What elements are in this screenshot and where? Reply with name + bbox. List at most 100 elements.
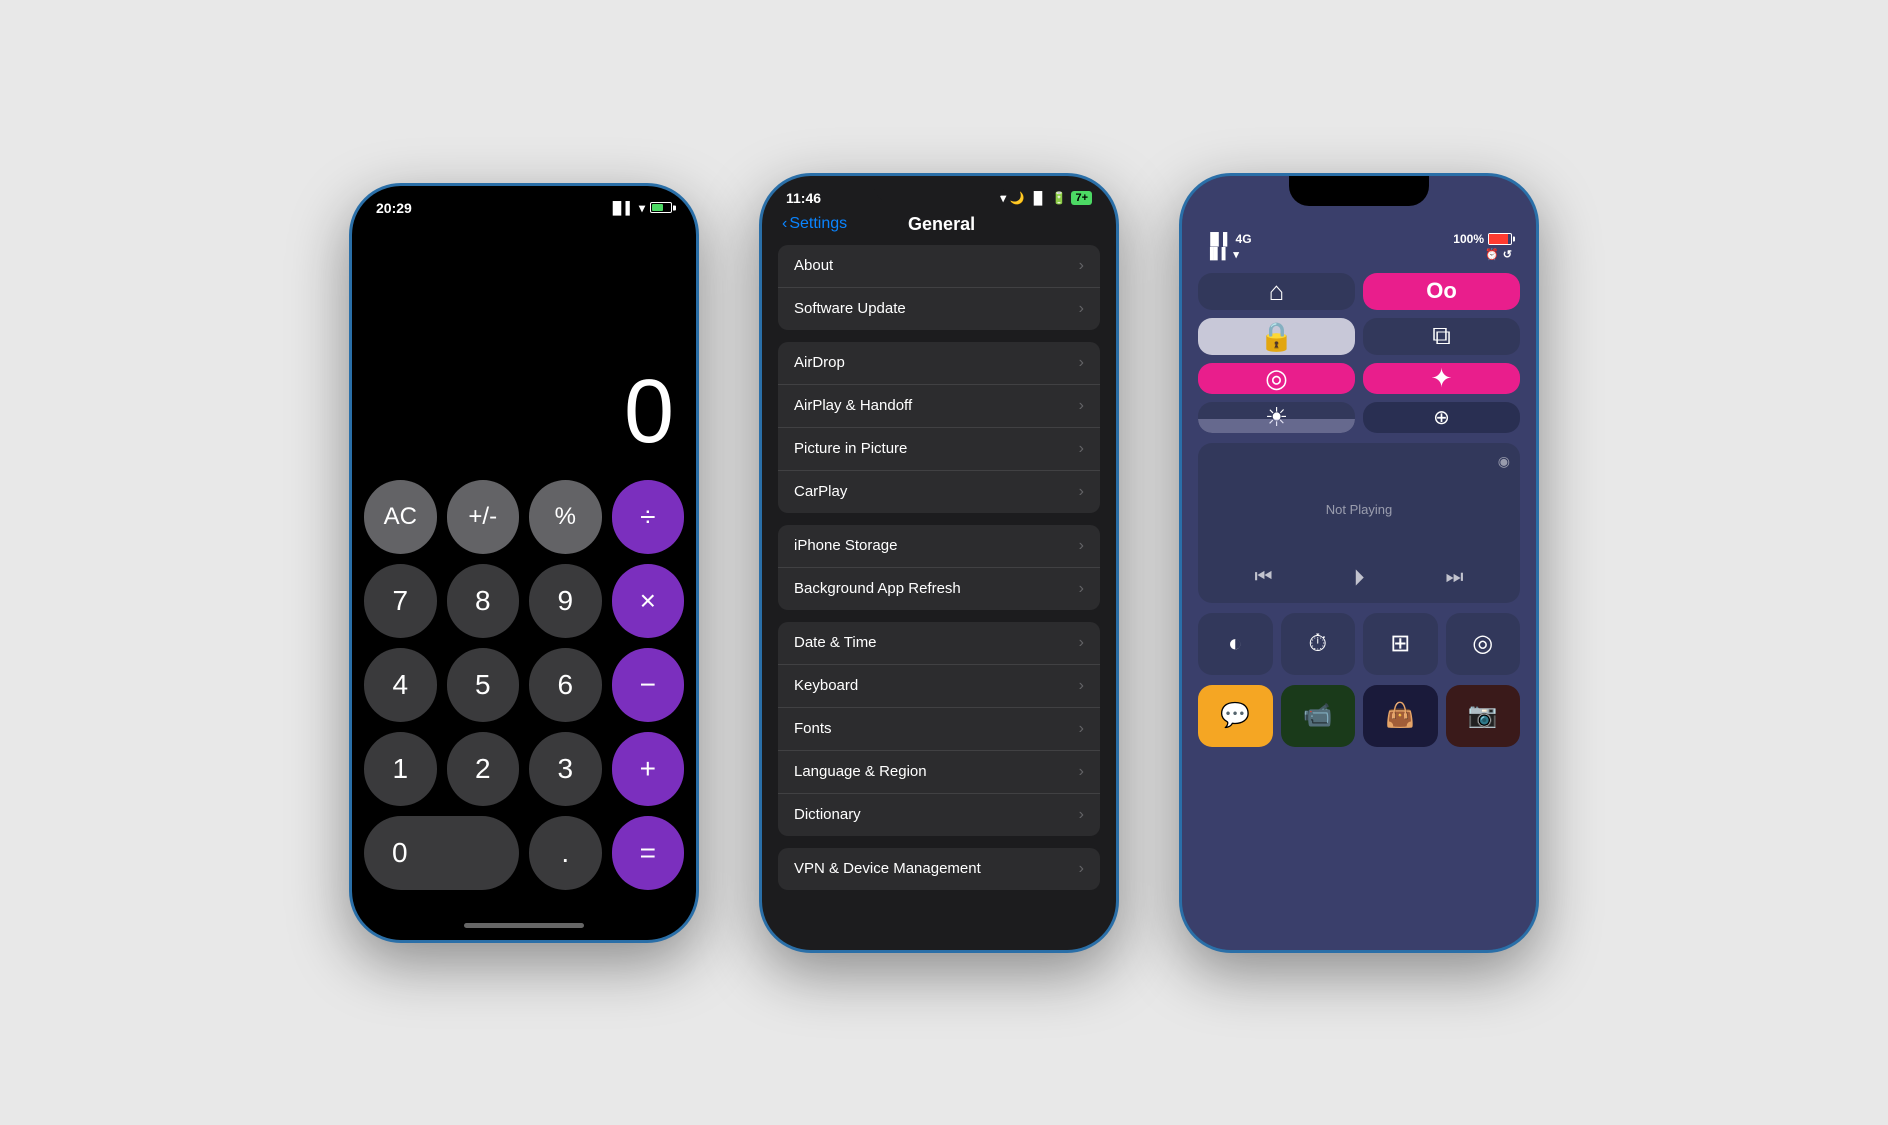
- settings-label-iphone-storage: iPhone Storage: [794, 537, 897, 554]
- chevron-icon: ›: [1079, 806, 1084, 824]
- cc-signal-bars2: ▐▌▌: [1206, 248, 1229, 260]
- calc-btn-9[interactable]: 9: [529, 564, 602, 638]
- settings-row-date-time[interactable]: Date & Time ›: [778, 622, 1100, 665]
- settings-row-dictionary[interactable]: Dictionary ›: [778, 794, 1100, 836]
- calc-btn-plus[interactable]: +: [612, 732, 685, 806]
- settings-row-pip[interactable]: Picture in Picture ›: [778, 428, 1100, 471]
- settings-back-button[interactable]: ‹ Settings: [782, 215, 847, 233]
- settings-row-airplay[interactable]: AirPlay & Handoff ›: [778, 385, 1100, 428]
- cc-icon-timer[interactable]: ⏱: [1281, 613, 1356, 675]
- calc-buttons: AC +/- % ÷ 7 8 9 × 4 5 6 − 1 2 3 + 0: [352, 480, 696, 920]
- chevron-icon: ›: [1079, 580, 1084, 598]
- calc-btn-5[interactable]: 5: [447, 648, 520, 722]
- settings-row-software-update[interactable]: Software Update ›: [778, 288, 1100, 330]
- cc-alarm-icon: ⏰: [1485, 248, 1499, 261]
- cc-bottom-icons-row2: 💬 📹 👜 📷: [1198, 685, 1520, 747]
- settings-row-fonts[interactable]: Fonts ›: [778, 708, 1100, 751]
- calc-number: 0: [624, 361, 672, 464]
- calc-btn-8[interactable]: 8: [447, 564, 520, 638]
- cc-tile-wifi[interactable]: ◎: [1198, 363, 1355, 394]
- settings-row-about[interactable]: About ›: [778, 245, 1100, 288]
- screen-mirror-icon: ⧉: [1432, 320, 1451, 352]
- fast-forward-icon[interactable]: ⏭: [1445, 566, 1463, 589]
- cc-status-right: 100% ⏰ ↺: [1453, 232, 1512, 261]
- calc-btn-7[interactable]: 7: [364, 564, 437, 638]
- control-center-phone: ▐▌▌ 4G ▐▌▌ ▾ 100%: [1179, 173, 1539, 953]
- cc-rotation-icon: ↺: [1503, 248, 1512, 261]
- chevron-icon: ›: [1079, 720, 1084, 738]
- settings-label-keyboard: Keyboard: [794, 677, 858, 694]
- chevron-icon: ›: [1079, 860, 1084, 878]
- calc-btn-sign[interactable]: +/-: [447, 480, 520, 554]
- cc-signal-row: ▐▌▌ 4G: [1206, 232, 1252, 246]
- cc-icon-focus[interactable]: ◎: [1446, 613, 1521, 675]
- notch-calc: [454, 186, 594, 214]
- bluetooth-icon: ✦: [1431, 363, 1453, 394]
- calc-time: 20:29: [376, 200, 412, 216]
- cc-tile-headphones[interactable]: Oo: [1363, 273, 1520, 310]
- cc-icon-camera[interactable]: 📷: [1446, 685, 1521, 747]
- settings-label-fonts: Fonts: [794, 720, 832, 737]
- settings-label-dictionary: Dictionary: [794, 806, 861, 823]
- settings-label-about: About: [794, 257, 833, 274]
- settings-time: 11:46: [786, 190, 821, 206]
- settings-row-airdrop[interactable]: AirDrop ›: [778, 342, 1100, 385]
- calc-btn-1[interactable]: 1: [364, 732, 437, 806]
- cc-network-type: 4G: [1236, 232, 1252, 246]
- calculator-phone: 20:29 ▐▌▌ ▾ 0 AC +/- % ÷ 7: [349, 183, 699, 943]
- cc-tile-screen-mirror[interactable]: ⧉: [1363, 318, 1520, 355]
- cc-icon-wallet[interactable]: 👜: [1363, 685, 1438, 747]
- settings-section-3: iPhone Storage › Background App Refresh …: [778, 525, 1100, 610]
- calc-btn-dot[interactable]: .: [529, 816, 602, 890]
- settings-content: About › Software Update › AirDrop ›: [762, 245, 1116, 950]
- cc-icon-facetime[interactable]: 📹: [1281, 685, 1356, 747]
- calc-btn-3[interactable]: 3: [529, 732, 602, 806]
- chevron-icon: ›: [1079, 354, 1084, 372]
- settings-row-background-app[interactable]: Background App Refresh ›: [778, 568, 1100, 610]
- cc-tile-home[interactable]: ⌂: [1198, 273, 1355, 310]
- settings-row-language[interactable]: Language & Region ›: [778, 751, 1100, 794]
- chevron-icon: ›: [1079, 634, 1084, 652]
- cc-tile-bluetooth[interactable]: ✦: [1363, 363, 1520, 394]
- cc-airplay-icon[interactable]: ◉: [1498, 453, 1510, 470]
- home-bar: [464, 923, 584, 928]
- cc-tile-brightness[interactable]: ☀: [1198, 402, 1355, 433]
- settings-row-keyboard[interactable]: Keyboard ›: [778, 665, 1100, 708]
- calc-btn-percent[interactable]: %: [529, 480, 602, 554]
- settings-row-vpn[interactable]: VPN & Device Management ›: [778, 848, 1100, 890]
- calc-btn-0[interactable]: 0: [364, 816, 519, 890]
- wifi-circle-icon: ◎: [1265, 363, 1288, 394]
- chevron-icon: ›: [1079, 300, 1084, 318]
- calc-btn-2[interactable]: 2: [447, 732, 520, 806]
- play-pause-icon[interactable]: ⏵: [1353, 565, 1364, 591]
- cc-icon-messages[interactable]: 💬: [1198, 685, 1273, 747]
- cc-bottom-icons-row1: ◐ ⏱ ⊞ ◎: [1198, 613, 1520, 675]
- cc-icon-calc[interactable]: ⊞: [1363, 613, 1438, 675]
- cc-not-playing: Not Playing: [1214, 455, 1504, 565]
- cc-tile-extra[interactable]: ⊕: [1363, 402, 1520, 433]
- settings-row-iphone-storage[interactable]: iPhone Storage ›: [778, 525, 1100, 568]
- cc-content: ⌂ Oo 🔒 ⧉ ◎ ✦: [1182, 261, 1536, 950]
- calc-btn-6[interactable]: 6: [529, 648, 602, 722]
- calc-btn-4[interactable]: 4: [364, 648, 437, 722]
- calc-home-bar: [352, 920, 696, 940]
- calc-btn-multiply[interactable]: ×: [612, 564, 685, 638]
- settings-section-5: VPN & Device Management ›: [778, 848, 1100, 890]
- calc-icon: ⊞: [1390, 629, 1410, 658]
- rewind-icon[interactable]: ⏮: [1254, 566, 1272, 589]
- calc-btn-divide[interactable]: ÷: [612, 480, 685, 554]
- chevron-icon: ›: [1079, 677, 1084, 695]
- settings-label-date-time: Date & Time: [794, 634, 877, 651]
- calc-btn-equals[interactable]: =: [612, 816, 685, 890]
- chevron-icon: ›: [1079, 483, 1084, 501]
- settings-row-carplay[interactable]: CarPlay ›: [778, 471, 1100, 513]
- cc-tile-lock[interactable]: 🔒: [1198, 318, 1355, 355]
- cc-icons-row: ⏰ ↺: [1485, 248, 1512, 261]
- settings-label-carplay: CarPlay: [794, 483, 847, 500]
- calc-btn-minus[interactable]: −: [612, 648, 685, 722]
- settings-label-airdrop: AirDrop: [794, 354, 845, 371]
- calc-btn-ac[interactable]: AC: [364, 480, 437, 554]
- settings-label-vpn: VPN & Device Management: [794, 860, 981, 877]
- notch-settings: [874, 176, 1004, 202]
- cc-icon-night-shift[interactable]: ◐: [1198, 613, 1273, 675]
